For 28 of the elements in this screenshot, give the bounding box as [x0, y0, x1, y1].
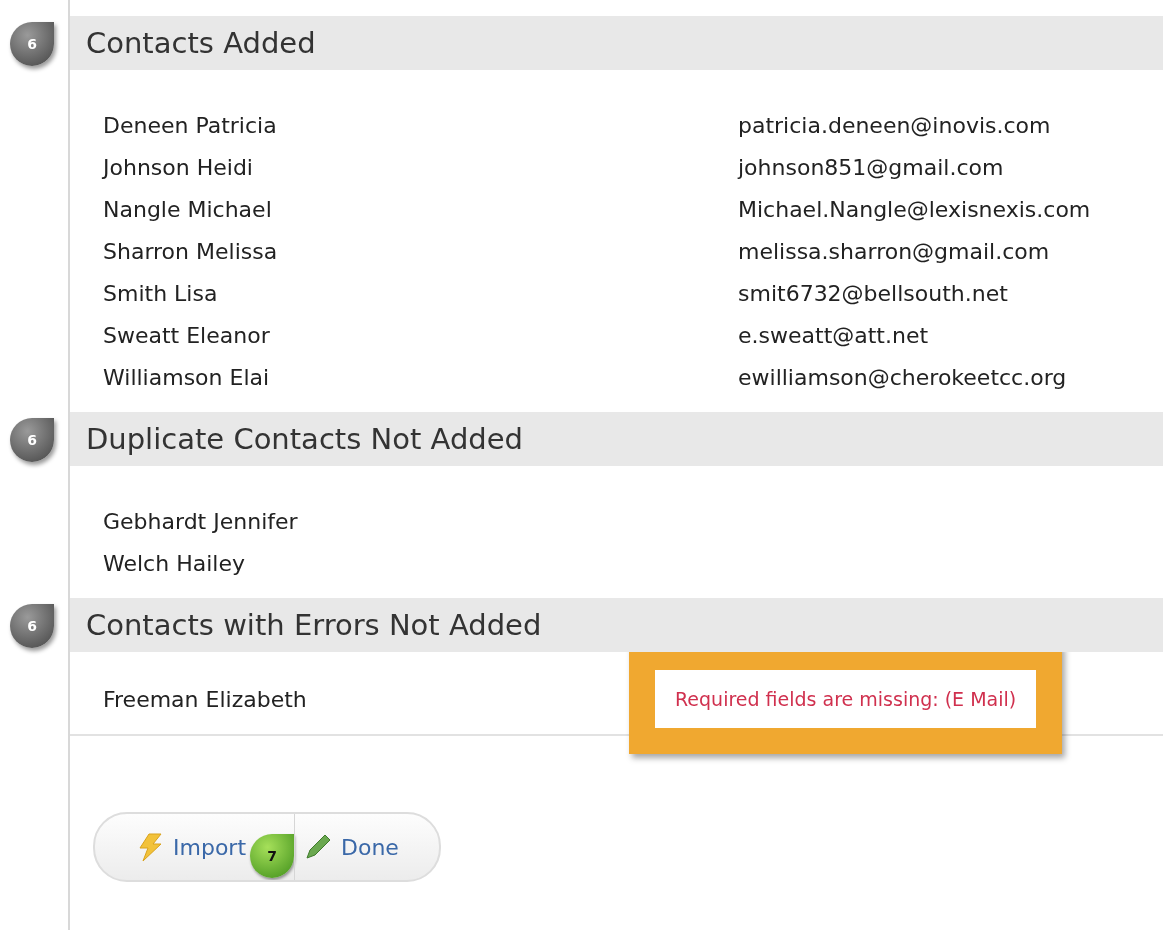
contact-name: Gebhardt Jennifer [103, 508, 299, 534]
contact-name: Freeman Elizabeth [103, 686, 308, 712]
step-marker: 6 [10, 22, 54, 66]
section-header: Duplicate Contacts Not Added [70, 412, 1163, 466]
contact-email: e.sweatt@att.net [738, 322, 930, 348]
done-button[interactable]: Done [294, 814, 439, 880]
pencil-icon [303, 832, 333, 862]
import-button[interactable]: Import [95, 814, 250, 880]
contact-name: Deneen Patricia [103, 112, 278, 138]
contact-email: johnson851@gmail.com [738, 154, 1005, 180]
contact-email: ewilliamson@cherokeetcc.org [738, 364, 1068, 390]
contact-name: Williamson Elai [103, 364, 271, 390]
step-marker: 6 [10, 418, 54, 462]
step-marker: 7 [250, 834, 294, 878]
step-marker: 6 [10, 604, 54, 648]
contact-email: melissa.sharron@gmail.com [738, 238, 1051, 264]
contact-name: Smith Lisa [103, 280, 219, 306]
contact-email: Michael.Nangle@lexisnexis.com [738, 196, 1092, 222]
section-header: Contacts Added [70, 16, 1163, 70]
section-header: Contacts with Errors Not Added [70, 598, 1163, 652]
contact-email: patricia.deneen@inovis.com [738, 112, 1052, 138]
contact-name: Welch Hailey [103, 550, 246, 576]
contact-email: smit6732@bellsouth.net [738, 280, 1009, 306]
contact-name: Nangle Michael [103, 196, 273, 222]
error-message: Required fields are missing: (E Mail) [655, 670, 1037, 728]
contact-name: Sweatt Eleanor [103, 322, 271, 348]
contact-name: Johnson Heidi [103, 154, 254, 180]
contact-name: Sharron Melissa [103, 238, 279, 264]
